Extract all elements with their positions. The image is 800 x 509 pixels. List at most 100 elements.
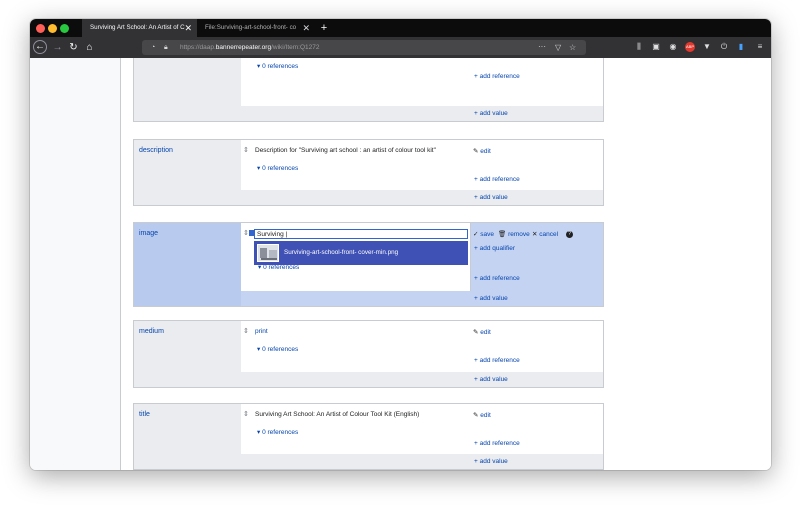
add-value-label: add value	[479, 110, 508, 117]
edit-button[interactable]: ✎ edit	[473, 147, 491, 155]
add-value-bar: + add value	[241, 106, 603, 121]
rank-selector-icon[interactable]: ⇕	[243, 410, 249, 419]
tab-bar: Surviving Art School: An Artist of C ✕ F…	[30, 19, 771, 37]
statement-group-editing: image ⇕ Surviving | ✓ save 🗑︎ remove ✕ c…	[133, 222, 604, 307]
close-tab-icon[interactable]: ✕	[184, 19, 192, 37]
claim-value-link[interactable]: print	[255, 328, 268, 335]
property-label[interactable]: medium	[139, 328, 164, 335]
property-cell: title	[134, 404, 241, 469]
save-label: save	[480, 231, 494, 238]
home-icon[interactable]: ⌂	[82, 40, 97, 55]
add-qualifier-link[interactable]: + add qualifier	[474, 245, 515, 252]
add-value-link[interactable]: + add value	[474, 110, 508, 117]
tab-title: Surviving Art School: An Artist of C	[90, 24, 185, 31]
tab-surviving-art-school[interactable]: Surviving Art School: An Artist of C ✕	[82, 19, 197, 37]
property-cell: description	[134, 140, 241, 205]
add-reference-link[interactable]: + add reference	[474, 275, 520, 282]
claim-value: Description for "Surviving art school : …	[255, 147, 436, 154]
property-cell: image	[134, 223, 241, 306]
power-icon[interactable]: ⏻	[718, 41, 730, 53]
edit-label: edit	[480, 148, 491, 155]
pencil-icon: ✎	[473, 412, 479, 419]
add-value-label: add value	[479, 376, 508, 383]
edit-button[interactable]: ✎ edit	[473, 328, 491, 336]
statements-area: ▾ 0 references + add reference + add val…	[120, 58, 771, 470]
add-value-link[interactable]: + add value	[474, 458, 508, 465]
new-tab-button[interactable]: +	[317, 19, 331, 37]
account-icon[interactable]: ◉	[667, 41, 679, 53]
references-toggle[interactable]: ▾ 0 references	[257, 345, 298, 353]
add-reference-label: add reference	[479, 176, 520, 183]
autocomplete-suggestion[interactable]: Surviving-art-school-front- cover-min.pn…	[254, 241, 468, 265]
extension-v-icon[interactable]: ▼	[701, 41, 713, 53]
claim-value: Surviving Art School: An Artist of Colou…	[255, 411, 420, 418]
add-value-link[interactable]: + add value	[474, 194, 508, 201]
close-tab-icon[interactable]: ✕	[302, 19, 310, 37]
pencil-icon: ✎	[473, 329, 479, 336]
cancel-label: cancel	[539, 231, 559, 238]
suggestion-filename: Surviving-art-school-front- cover-min.pn…	[284, 249, 399, 256]
references-toggle[interactable]: ▾ 0 references	[257, 428, 298, 436]
page-viewport: ▾ 0 references + add reference + add val…	[30, 58, 771, 470]
tab-file-surviving-art-school[interactable]: File:Surviving-art-school-front- co ✕	[197, 19, 315, 37]
url-scheme: https://daap.	[180, 44, 216, 51]
tracking-protection-icon[interactable]: ◔	[151, 40, 155, 55]
statement-group: medium ⇕ print ✎ edit ▾ 0 references + a…	[133, 320, 604, 388]
add-value-label: add value	[479, 458, 508, 465]
maximize-window-button[interactable]	[60, 24, 69, 33]
menu-icon[interactable]: ≡	[754, 41, 766, 53]
trash-icon: 🗑︎	[498, 231, 507, 238]
minimize-window-button[interactable]	[48, 24, 57, 33]
property-label[interactable]: title	[139, 411, 150, 418]
add-qualifier-label: add qualifier	[479, 245, 516, 252]
save-button[interactable]: ✓ save	[473, 230, 494, 238]
add-value-label: add value	[479, 295, 508, 302]
edit-button[interactable]: ✎ edit	[473, 411, 491, 419]
rank-selector-icon[interactable]: ⇕	[243, 229, 249, 238]
remove-label: remove	[508, 231, 530, 238]
tab-title: File:Surviving-art-school-front- co	[205, 24, 297, 31]
url-domain: bannerrepeater.org	[215, 44, 272, 51]
help-icon[interactable]: ?	[566, 231, 573, 238]
add-reference-link[interactable]: + add reference	[474, 357, 520, 364]
adblock-icon[interactable]: ABP	[685, 42, 695, 52]
add-reference-link[interactable]: + add reference	[474, 440, 520, 447]
rank-selector-icon[interactable]: ⇕	[243, 327, 249, 336]
add-value-bar: + add value	[241, 190, 603, 205]
remove-button[interactable]: 🗑︎ remove	[498, 230, 530, 238]
add-reference-link[interactable]: + add reference	[474, 73, 520, 80]
back-arrow-icon[interactable]: ←	[33, 40, 47, 54]
rank-selector-icon[interactable]: ⇕	[243, 146, 249, 155]
lock-icon[interactable]: 🔒︎	[164, 40, 168, 55]
property-cell: medium	[134, 321, 241, 387]
page-actions-icon[interactable]: ···	[538, 40, 546, 54]
image-value-input[interactable]: Surviving |	[254, 229, 468, 239]
references-toggle[interactable]: ▾ 0 references	[257, 62, 298, 70]
property-label[interactable]: description	[139, 147, 173, 154]
add-reference-label: add reference	[479, 73, 520, 80]
sidebar-icon[interactable]: ▣	[650, 41, 662, 53]
add-value-link[interactable]: + add value	[474, 295, 508, 302]
property-label[interactable]: image	[139, 230, 158, 237]
edit-label: edit	[480, 412, 491, 419]
cancel-x-icon: ✕	[532, 231, 538, 238]
add-value-link[interactable]: + add value	[474, 376, 508, 383]
forward-arrow-icon[interactable]: →	[50, 40, 65, 55]
references-label: 0 references	[262, 165, 299, 172]
add-reference-link[interactable]: + add reference	[474, 176, 520, 183]
property-cell	[134, 58, 241, 121]
input-text: Surviving |	[257, 231, 288, 238]
add-value-bar: + add value	[241, 454, 603, 469]
reload-icon[interactable]: ↻	[66, 40, 81, 55]
url-bar[interactable]: ◔ 🔒︎ https://daap.bannerrepeater.org/wik…	[142, 40, 586, 55]
add-reference-label: add reference	[479, 275, 520, 282]
references-label: 0 references	[262, 346, 299, 353]
references-toggle[interactable]: ▾ 0 references	[257, 164, 298, 172]
library-icon[interactable]: ⫼	[633, 41, 645, 53]
close-window-button[interactable]	[36, 24, 45, 33]
document-icon[interactable]: ▮	[735, 41, 747, 53]
bookmark-star-icon[interactable]: ☆	[569, 40, 576, 55]
pocket-icon[interactable]: ▽	[555, 40, 561, 55]
cancel-button[interactable]: ✕ cancel	[532, 230, 558, 238]
add-value-bar: + add value	[241, 372, 603, 387]
